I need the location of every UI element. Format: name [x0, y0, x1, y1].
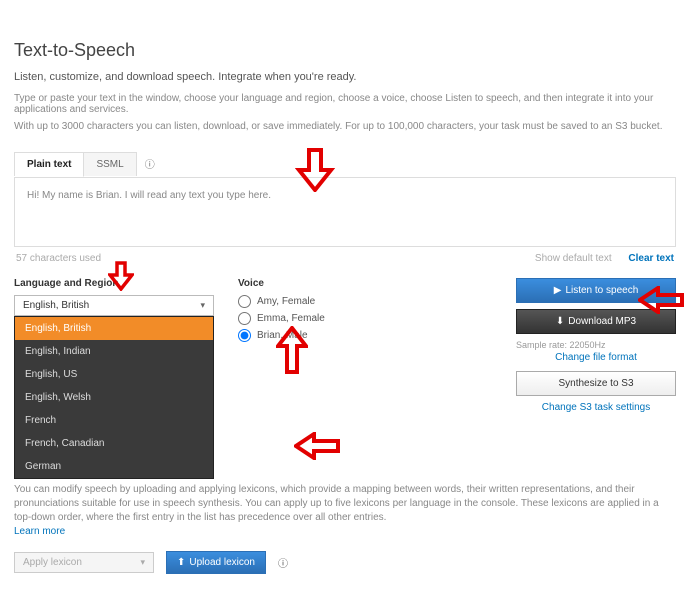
- tab-ssml[interactable]: SSML: [84, 153, 135, 176]
- learn-more-link[interactable]: Learn more: [14, 526, 65, 537]
- change-s3-settings-link[interactable]: Change S3 task settings: [516, 402, 676, 413]
- help-icon[interactable]: ⓘ: [137, 150, 163, 177]
- apply-lexicon-select[interactable]: Apply lexicon: [14, 552, 154, 573]
- language-option[interactable]: English, Indian: [15, 340, 213, 363]
- voice-option[interactable]: Brian, Male: [238, 329, 492, 342]
- show-default-text-link[interactable]: Show default text: [535, 253, 612, 264]
- change-file-format-link[interactable]: Change file format: [516, 352, 676, 363]
- download-icon: ⬇: [556, 316, 564, 327]
- language-option[interactable]: French, Canadian: [15, 432, 213, 455]
- upload-lexicon-button[interactable]: ⬆Upload lexicon: [166, 551, 266, 574]
- language-region-select[interactable]: English, British: [14, 295, 214, 316]
- voice-option[interactable]: Emma, Female: [238, 312, 492, 325]
- language-option[interactable]: English, US: [15, 363, 213, 386]
- page-desc-1: Type or paste your text in the window, c…: [14, 93, 676, 115]
- clear-text-link[interactable]: Clear text: [628, 253, 674, 264]
- page-subtitle: Listen, customize, and download speech. …: [14, 71, 676, 83]
- text-input[interactable]: Hi! My name is Brian. I will read any te…: [14, 177, 676, 247]
- listen-to-speech-button[interactable]: ▶Listen to speech: [516, 278, 676, 303]
- voice-option-label: Amy, Female: [257, 296, 315, 307]
- language-region-label: Language and Region: [14, 278, 214, 289]
- language-option[interactable]: English, Welsh: [15, 386, 213, 409]
- language-option[interactable]: French: [15, 409, 213, 432]
- upload-icon: ⬆: [177, 557, 185, 568]
- lexicon-description: You can modify speech by uploading and a…: [14, 483, 676, 539]
- voice-radio[interactable]: [238, 295, 251, 308]
- voice-option-label: Emma, Female: [257, 313, 325, 324]
- language-option[interactable]: English, British: [15, 317, 213, 340]
- play-icon: ▶: [554, 285, 562, 296]
- synthesize-to-s3-button[interactable]: Synthesize to S3: [516, 371, 676, 396]
- voice-radio[interactable]: [238, 312, 251, 325]
- voice-option[interactable]: Amy, Female: [238, 295, 492, 308]
- language-region-dropdown: English, British English, Indian English…: [14, 316, 214, 479]
- voice-option-label: Brian, Male: [257, 330, 308, 341]
- character-count: 57 characters used: [16, 253, 101, 264]
- info-icon[interactable]: ⓘ: [278, 555, 288, 570]
- language-option[interactable]: German: [15, 455, 213, 478]
- voice-label: Voice: [238, 278, 492, 289]
- page-desc-2: With up to 3000 characters you can liste…: [14, 121, 676, 132]
- sample-rate-label: Sample rate: 22050Hz: [516, 340, 676, 350]
- voice-radio[interactable]: [238, 329, 251, 342]
- tab-plain-text[interactable]: Plain text: [15, 153, 84, 177]
- input-tabs: Plain text SSML: [14, 152, 137, 176]
- download-mp3-button[interactable]: ⬇Download MP3: [516, 309, 676, 334]
- page-title: Text-to-Speech: [14, 40, 676, 61]
